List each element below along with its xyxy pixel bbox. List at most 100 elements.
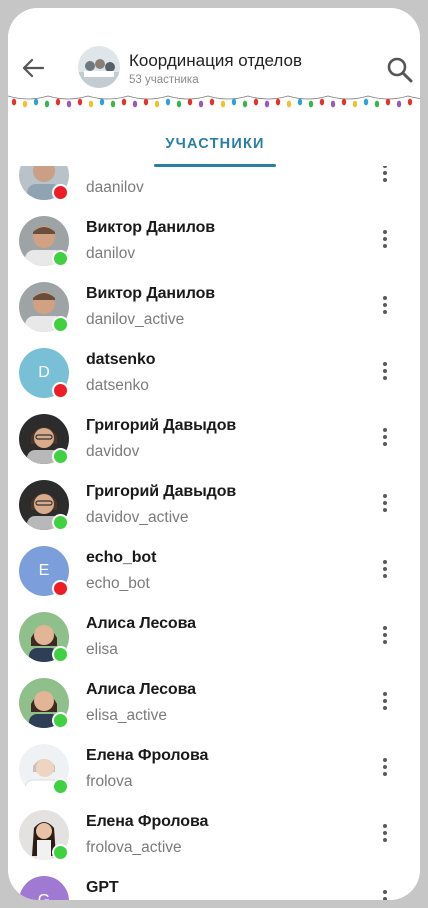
status-online-dot bbox=[52, 646, 69, 663]
garland-bulb bbox=[297, 98, 303, 106]
more-options-icon[interactable] bbox=[378, 890, 392, 900]
member-row[interactable]: Виктор Данилов danilov bbox=[8, 208, 420, 274]
garland-bulb bbox=[44, 100, 50, 108]
more-options-icon[interactable] bbox=[378, 296, 392, 320]
garland-bulb bbox=[99, 98, 105, 106]
member-username: frolova bbox=[86, 773, 133, 790]
member-username: echo_bot bbox=[86, 575, 150, 592]
status-online-dot bbox=[52, 844, 69, 861]
garland-bulb bbox=[33, 98, 39, 106]
member-row[interactable]: Алиса Лесова elisa bbox=[8, 604, 420, 670]
garland-bulb bbox=[176, 100, 182, 108]
garland-bulb bbox=[308, 100, 314, 108]
more-options-icon[interactable] bbox=[378, 560, 392, 584]
member-row[interactable]: Григорий Давыдов davidov bbox=[8, 406, 420, 472]
more-options-icon[interactable] bbox=[378, 692, 392, 716]
garland-bulb bbox=[198, 100, 204, 108]
member-name: Виктор Данилов bbox=[86, 219, 215, 236]
status-online-dot bbox=[52, 316, 69, 333]
member-name: Виктор Данилов bbox=[86, 285, 215, 302]
garland-bulb bbox=[374, 100, 380, 108]
member-row[interactable]: Алиса Лесова elisa_active bbox=[8, 670, 420, 736]
garland-bulb bbox=[132, 100, 138, 108]
garland-bulb bbox=[275, 98, 281, 106]
more-options-icon[interactable] bbox=[378, 362, 392, 386]
garland-bulb bbox=[286, 100, 292, 108]
garland-bulb bbox=[11, 98, 17, 106]
garland-bulb bbox=[209, 98, 215, 106]
more-options-icon[interactable] bbox=[378, 626, 392, 650]
chat-title: Координация отделов bbox=[129, 51, 303, 70]
status-online-dot bbox=[52, 778, 69, 795]
member-row[interactable]: daanilov bbox=[8, 166, 420, 208]
member-row[interactable]: Григорий Давыдов davidov_active bbox=[8, 472, 420, 538]
garland-bulb bbox=[220, 100, 226, 108]
status-online-dot bbox=[52, 514, 69, 531]
more-options-icon[interactable] bbox=[378, 824, 392, 848]
member-name: datsenko bbox=[86, 351, 156, 368]
more-options-icon[interactable] bbox=[378, 166, 392, 188]
member-count: 53 участника bbox=[129, 74, 199, 86]
member-username: davidov_active bbox=[86, 509, 189, 526]
garland-bulb bbox=[330, 100, 336, 108]
member-username: davidov bbox=[86, 443, 140, 460]
members-list[interactable]: daanilov Виктор Данилов danilov Виктор Д… bbox=[8, 166, 420, 900]
tab-bar: УЧАСТНИКИ bbox=[8, 112, 420, 170]
status-offline-dot bbox=[52, 580, 69, 597]
member-row[interactable]: D datsenko datsenko bbox=[8, 340, 420, 406]
member-name: echo_bot bbox=[86, 549, 157, 566]
member-row[interactable]: G GPT gpt_bot bbox=[8, 868, 420, 900]
member-row[interactable]: Елена Фролова frolova bbox=[8, 736, 420, 802]
member-name: Алиса Лесова bbox=[86, 681, 196, 698]
garland-bulb bbox=[22, 100, 28, 108]
garland-bulb bbox=[253, 98, 259, 106]
garland-bulb bbox=[154, 100, 160, 108]
member-name: Алиса Лесова bbox=[86, 615, 196, 632]
member-username: danilov_active bbox=[86, 311, 185, 328]
more-options-icon[interactable] bbox=[378, 428, 392, 452]
member-username: frolova_active bbox=[86, 839, 182, 856]
member-username: danilov bbox=[86, 245, 136, 262]
status-online-dot bbox=[52, 712, 69, 729]
tab-members[interactable]: УЧАСТНИКИ bbox=[154, 136, 276, 152]
garland-bulb bbox=[319, 98, 325, 106]
chat-avatar[interactable] bbox=[78, 46, 120, 88]
search-icon[interactable] bbox=[386, 56, 414, 84]
more-options-icon[interactable] bbox=[378, 230, 392, 254]
garland-bulb bbox=[143, 98, 149, 106]
avatar: G bbox=[19, 876, 69, 900]
garland-bulb bbox=[165, 98, 171, 106]
garland-bulb bbox=[341, 98, 347, 106]
garland-bulb bbox=[352, 100, 358, 108]
garland-bulb bbox=[66, 100, 72, 108]
garland-bulb bbox=[121, 98, 127, 106]
garland-bulb bbox=[231, 98, 237, 106]
member-row[interactable]: Елена Фролова frolova_active bbox=[8, 802, 420, 868]
garland-bulb bbox=[396, 100, 402, 108]
status-offline-dot bbox=[52, 382, 69, 399]
more-options-icon[interactable] bbox=[378, 758, 392, 782]
member-row[interactable]: Виктор Данилов danilov_active bbox=[8, 274, 420, 340]
more-options-icon[interactable] bbox=[378, 494, 392, 518]
garland-bulb bbox=[242, 100, 248, 108]
garland-bulb bbox=[88, 100, 94, 108]
status-online-dot bbox=[52, 448, 69, 465]
status-online-dot bbox=[52, 250, 69, 267]
member-username: elisa_active bbox=[86, 707, 167, 724]
garland-bulb bbox=[55, 98, 61, 106]
member-username: daanilov bbox=[86, 179, 144, 196]
chat-header: Координация отделов 53 участника bbox=[8, 8, 420, 108]
garland-bulb bbox=[264, 100, 270, 108]
garland-decoration bbox=[8, 95, 420, 108]
member-row[interactable]: E echo_bot echo_bot bbox=[8, 538, 420, 604]
member-username: datsenko bbox=[86, 377, 149, 394]
garland-bulb bbox=[77, 98, 83, 106]
member-username: elisa bbox=[86, 641, 118, 658]
member-name: GPT bbox=[86, 879, 119, 896]
garland-bulb bbox=[407, 98, 413, 106]
garland-bulb bbox=[187, 98, 193, 106]
arrow-left-icon[interactable] bbox=[22, 58, 44, 78]
device-frame: Координация отделов 53 участника УЧАСТНИ… bbox=[0, 0, 428, 908]
status-offline-dot bbox=[52, 184, 69, 201]
garland-bulb bbox=[110, 100, 116, 108]
